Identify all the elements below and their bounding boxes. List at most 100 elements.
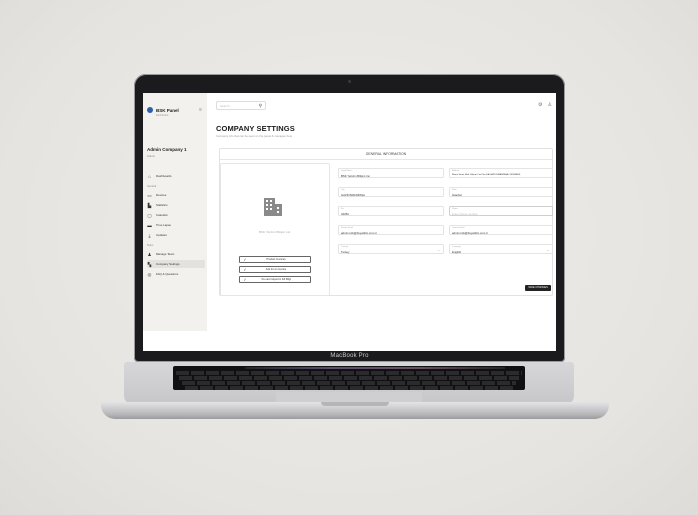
laptop-lid: BSK Panel Dashboard ≡ Admin Company 1 Ad…	[134, 74, 565, 362]
key-row	[185, 386, 513, 390]
chevron-down-icon[interactable]: ⌄	[546, 248, 549, 252]
camera	[348, 80, 351, 83]
company-name: Admin Company 1	[147, 147, 187, 152]
settings-gear-icon[interactable]: ⚙	[538, 102, 542, 108]
laptop-keyboard-deck	[124, 362, 574, 404]
field-value: Turkey	[341, 249, 350, 254]
search-icon[interactable]: ⚲	[259, 103, 262, 109]
sidebar-item-company-settings[interactable]: ▚ Company Settings	[147, 260, 205, 268]
sidebar-item-time-lapse[interactable]: ▬ Time Lapse	[147, 221, 205, 229]
field-label: Legal Name	[341, 170, 352, 172]
sidebar-item-updates[interactable]: ⤓ Updates	[147, 231, 205, 239]
check-label: You are helped in full Bilgi	[261, 278, 291, 281]
field-value: BSK Yazılım Bilişim Inc.	[341, 173, 371, 178]
search-input[interactable]: Search	[220, 104, 230, 108]
key-row	[176, 371, 522, 375]
field-label: Country	[341, 246, 349, 248]
lid-notch	[321, 402, 389, 406]
device-brand-label: MacBook Pro	[330, 353, 369, 359]
field-label: Address	[452, 170, 460, 172]
check-label: Product Invoices	[266, 258, 286, 261]
download-icon: ⤓	[148, 232, 151, 238]
laptop-screen: BSK Panel Dashboard ≡ Admin Company 1 Ad…	[143, 93, 556, 351]
sidebar-item-label: FAQ & Questions	[156, 272, 179, 276]
field-value: admin.info@bsyazilim.com.tr	[452, 230, 488, 235]
menu-toggle-icon[interactable]: ≡	[199, 107, 202, 113]
sidebar-item-label: Time Lapse	[156, 223, 171, 227]
field-label: Contact Email	[452, 227, 465, 229]
sidebar-item-label: Statistics	[156, 203, 168, 207]
field-value: Mimar Sinan Mah. Bilişim Cad. No:1/A GAZ…	[452, 173, 521, 176]
section-label-team: Team	[147, 244, 154, 247]
calendar-icon: ▢	[147, 212, 152, 218]
section-label-general: General	[147, 185, 157, 188]
sidebar-item-devices[interactable]: ▭ Devices	[147, 191, 205, 199]
film-icon: ▬	[147, 222, 152, 228]
field-value: İstanbul	[452, 192, 462, 197]
phone-input[interactable]: Enter phone number	[452, 212, 478, 216]
sidebar-item-label: Devices	[156, 193, 167, 197]
field-value: GAZİOSMANPAŞA	[341, 192, 366, 197]
monitor-icon: ▭	[147, 192, 152, 198]
keyboard	[173, 366, 525, 390]
language-select[interactable]: Language English ⌄	[449, 244, 553, 254]
sidebar-item-statistics[interactable]: ▙ Statistics	[147, 201, 205, 209]
sender-email-field[interactable]: Sender Email admin.info@bsyazilim.com.tr	[338, 225, 444, 235]
state-field[interactable]: State İstanbul	[449, 187, 553, 197]
sidebar-item-manage-team[interactable]: ♟ Manage Team	[147, 250, 205, 258]
field-label: Zip	[341, 208, 344, 210]
field-label: State	[452, 189, 457, 191]
header-actions: ⚙ ♙	[538, 102, 552, 108]
city-field[interactable]: City GAZİOSMANPAŞA	[338, 187, 444, 197]
app-logo[interactable]: BSK Panel	[147, 107, 179, 113]
check-product-invoices[interactable]: ✓ Product Invoices	[239, 256, 311, 263]
field-label: Language	[452, 246, 461, 248]
page-title: COMPANY SETTINGS	[216, 124, 295, 133]
check-label: Ask for an invoice	[265, 268, 287, 271]
field-value: admin.info@bsyazilim.com.tr	[341, 230, 377, 235]
home-icon: ⌂	[148, 173, 151, 179]
app-sub: Dashboard	[156, 114, 169, 117]
sidebar-item-label: Updates	[156, 233, 167, 237]
settings-icon: ▚	[147, 261, 152, 267]
search-box[interactable]: Search ⚲	[216, 101, 266, 110]
address-field[interactable]: Address Mimar Sinan Mah. Bilişim Cad. No…	[449, 168, 553, 178]
laptop-front-edge	[101, 402, 609, 419]
field-label: Phone	[452, 208, 458, 210]
phone-field[interactable]: Phone Enter phone number	[449, 206, 553, 216]
sidebar-item-label: Dashboards	[156, 174, 172, 178]
touch-bar	[245, 367, 505, 369]
sidebar-item-dashboards[interactable]: ⌂ Dashboards	[147, 172, 205, 180]
company-role: Admin	[147, 154, 155, 158]
sidebar: BSK Panel Dashboard ≡ Admin Company 1 Ad…	[143, 93, 207, 331]
app-name: BSK Panel	[156, 107, 179, 113]
zip-field[interactable]: Zip 34250	[338, 206, 444, 216]
section-title: GENERAL INFORMATION	[220, 149, 552, 160]
building-icon[interactable]	[262, 196, 284, 218]
checkmark-icon: ✓	[243, 257, 247, 262]
check-helped-full[interactable]: ✓ You are helped in full Bilgi	[239, 276, 311, 283]
field-label: City	[341, 189, 345, 191]
field-value: 34250	[341, 211, 349, 216]
help-icon: ◎	[147, 271, 152, 277]
legal-name-field[interactable]: Legal Name BSK Yazılım Bilişim Inc.	[338, 168, 444, 178]
sidebar-item-calendar[interactable]: ▢ Calendar	[147, 211, 205, 219]
sidebar-item-label: Company Settings	[156, 262, 180, 266]
sidebar-item-label: Manage Team	[156, 252, 175, 256]
country-select[interactable]: Country Turkey ⌄	[338, 244, 444, 254]
sidebar-item-faq[interactable]: ◎ FAQ & Questions	[147, 270, 205, 278]
checkmark-icon: ✓	[243, 277, 247, 282]
checkmark-icon: ✓	[243, 267, 247, 272]
page-subtitle: Company info that can be seen on the pan…	[216, 134, 293, 138]
save-changes-button[interactable]: SAVE CHANGES	[525, 285, 551, 291]
logo-mark-icon	[147, 107, 153, 113]
contact-email-field[interactable]: Contact Email admin.info@bsyazilim.com.t…	[449, 225, 553, 235]
field-value: English	[452, 249, 462, 254]
check-ask-invoice[interactable]: ✓ Ask for an invoice	[239, 266, 311, 273]
company-logo-card: BSK Yazılım Bilişim Ltd. ✓ Product Invoi…	[220, 163, 330, 296]
chevron-down-icon[interactable]: ⌄	[437, 248, 440, 252]
sidebar-item-label: Calendar	[156, 213, 168, 217]
field-label: Sender Email	[341, 227, 354, 229]
user-icon[interactable]: ♙	[548, 102, 552, 108]
logo-placeholder-text: BSK Yazılım Bilişim Ltd.	[259, 230, 291, 234]
